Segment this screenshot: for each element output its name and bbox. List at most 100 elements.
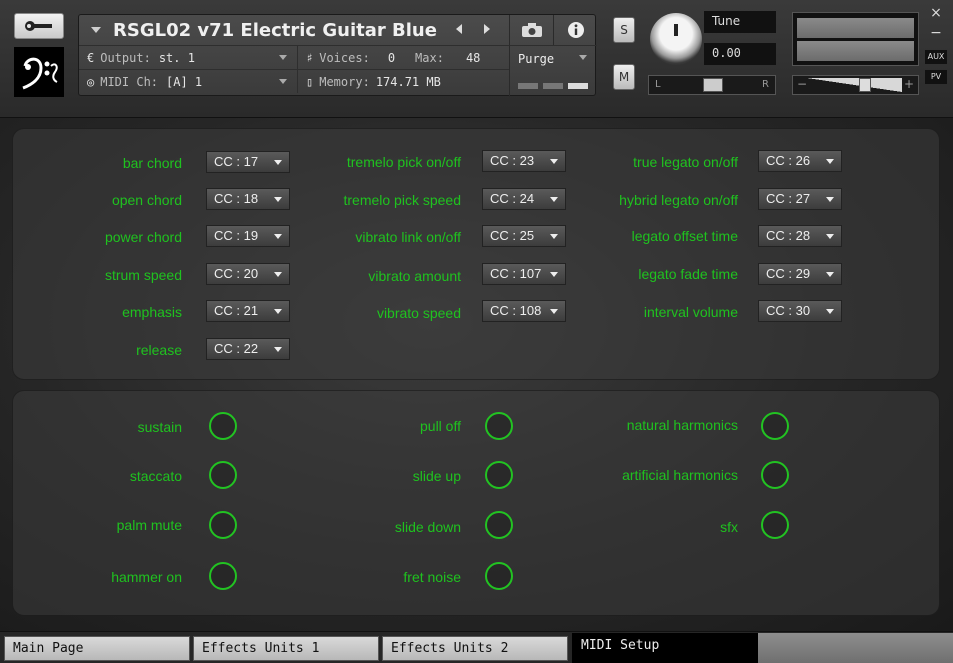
cc-dropdown-hybrid-legato[interactable]: CC : 27 bbox=[758, 188, 842, 210]
info-button[interactable] bbox=[553, 15, 597, 45]
articulation-button-sfx[interactable] bbox=[761, 511, 789, 539]
minimize-button[interactable]: − bbox=[926, 25, 946, 41]
cc-label: tremelo pick speed bbox=[343, 192, 461, 208]
articulation-button-natural-harmonics[interactable] bbox=[761, 412, 789, 440]
cc-dropdown-legato-fade-time[interactable]: CC : 29 bbox=[758, 263, 842, 285]
cc-label: interval volume bbox=[643, 304, 738, 320]
voices-label: Voices: bbox=[319, 50, 370, 65]
cc-label: open chord bbox=[111, 192, 182, 208]
articulation-button-palm-mute[interactable] bbox=[209, 511, 237, 539]
tab-effects-units-1[interactable]: Effects Units 1 bbox=[193, 636, 379, 661]
max-voices-value[interactable]: 48 bbox=[466, 51, 480, 65]
prev-instrument-button[interactable] bbox=[456, 24, 462, 34]
volume-slider-handle[interactable] bbox=[859, 78, 871, 92]
page-tab-bar: Main Page Effects Units 1 Effects Units … bbox=[0, 631, 953, 663]
purge-level-indicator bbox=[568, 83, 588, 89]
purge-menu[interactable]: Purge bbox=[509, 45, 597, 97]
chevron-down-icon bbox=[279, 55, 287, 60]
cc-dropdown-strum-speed[interactable]: CC : 20 bbox=[206, 263, 290, 285]
volume-slider[interactable]: − + bbox=[792, 75, 919, 95]
instrument-info-panel: RSGL02 v71 Electric Guitar Blue € Output… bbox=[78, 14, 597, 97]
cc-dropdown-legato-offset-time[interactable]: CC : 28 bbox=[758, 225, 842, 247]
cc-dropdown-vibrato-speed[interactable]: CC : 108 bbox=[482, 300, 566, 322]
midi-channel-selector[interactable]: ◎ MIDI Ch: [A] 1 bbox=[79, 69, 297, 93]
articulation-button-sustain[interactable] bbox=[209, 412, 237, 440]
solo-button[interactable]: S bbox=[613, 17, 635, 43]
cc-assignment-panel: bar chord CC : 17 open chord CC : 18 pow… bbox=[12, 128, 940, 380]
tab-main-page[interactable]: Main Page bbox=[4, 636, 190, 661]
articulation-button-slide-down[interactable] bbox=[485, 511, 513, 539]
cc-label: release bbox=[136, 342, 182, 358]
cc-dropdown-vibrato-amount[interactable]: CC : 107 bbox=[482, 263, 566, 285]
articulation-label: staccato bbox=[129, 468, 182, 484]
cc-dropdown-tremelo-pick-speed[interactable]: CC : 24 bbox=[482, 188, 566, 210]
memory-value: 174.71 MB bbox=[375, 74, 441, 89]
cc-dropdown-open-chord[interactable]: CC : 18 bbox=[206, 188, 290, 210]
articulation-label: natural harmonics bbox=[626, 417, 738, 433]
memory-display: ▯ Memory: 174.71 MB bbox=[297, 69, 509, 93]
tune-knob[interactable] bbox=[650, 13, 702, 65]
cc-dropdown-true-legato[interactable]: CC : 26 bbox=[758, 150, 842, 172]
cc-label: power chord bbox=[104, 229, 182, 245]
tune-label: Tune bbox=[704, 11, 776, 33]
instrument-header: RSGL02 v71 Electric Guitar Blue € Output… bbox=[0, 0, 953, 118]
aux-button[interactable]: AUX bbox=[925, 50, 947, 64]
close-button[interactable]: × bbox=[926, 5, 946, 21]
voices-display: ♯ Voices: 0 Max: 48 bbox=[297, 45, 509, 69]
chevron-down-icon bbox=[579, 55, 587, 60]
instrument-menu-arrow-icon[interactable] bbox=[91, 27, 101, 33]
tab-bar-spacer bbox=[758, 633, 953, 663]
articulation-label: pull off bbox=[420, 418, 461, 434]
cc-label: hybrid legato on/off bbox=[619, 192, 738, 208]
articulation-button-hammer-on[interactable] bbox=[209, 562, 237, 590]
volume-ramp bbox=[807, 78, 902, 92]
articulation-button-artificial-harmonics[interactable] bbox=[761, 461, 789, 489]
cc-dropdown-release[interactable]: CC : 22 bbox=[206, 338, 290, 360]
pan-left-label: L bbox=[655, 79, 661, 90]
cc-label: vibrato speed bbox=[376, 305, 461, 321]
knob-indicator bbox=[674, 24, 678, 36]
wrench-icon bbox=[25, 21, 52, 31]
cc-dropdown-bar-chord[interactable]: CC : 17 bbox=[206, 151, 290, 173]
articulation-button-staccato[interactable] bbox=[209, 461, 237, 489]
articulation-button-fret-noise[interactable] bbox=[485, 562, 513, 590]
articulation-label: hammer on bbox=[111, 569, 182, 585]
pan-slider-handle[interactable] bbox=[703, 78, 723, 92]
cc-dropdown-interval-volume[interactable]: CC : 30 bbox=[758, 300, 842, 322]
midi-label: MIDI Ch: bbox=[100, 74, 159, 89]
cc-dropdown-tremelo-pick-onoff[interactable]: CC : 23 bbox=[482, 150, 566, 172]
snapshot-button[interactable] bbox=[509, 15, 553, 45]
tab-midi-setup[interactable]: MIDI Setup bbox=[572, 633, 758, 663]
level-meter bbox=[792, 12, 919, 66]
cc-label: vibrato link on/off bbox=[355, 229, 461, 245]
tab-effects-units-2[interactable]: Effects Units 2 bbox=[382, 636, 568, 661]
cc-dropdown-vibrato-link[interactable]: CC : 25 bbox=[482, 225, 566, 247]
mute-button[interactable]: M bbox=[613, 64, 635, 90]
articulation-label: palm mute bbox=[116, 517, 182, 533]
purge-level-indicator bbox=[543, 83, 563, 89]
purge-label: Purge bbox=[518, 52, 555, 66]
output-selector[interactable]: € Output: st. 1 bbox=[79, 45, 297, 69]
pv-button[interactable]: PV bbox=[925, 70, 947, 84]
midi-value: [A] 1 bbox=[166, 74, 203, 89]
cc-label: emphasis bbox=[122, 304, 182, 320]
level-meter-left bbox=[797, 18, 914, 38]
next-instrument-button[interactable] bbox=[484, 24, 490, 34]
chevron-down-icon bbox=[279, 79, 287, 84]
cc-dropdown-power-chord[interactable]: CC : 19 bbox=[206, 225, 290, 247]
output-label: Output: bbox=[100, 50, 151, 65]
tune-value[interactable]: 0.00 bbox=[704, 43, 776, 65]
purge-level-indicator bbox=[518, 83, 538, 89]
wrench-button[interactable] bbox=[14, 13, 64, 39]
articulation-button-pull-off[interactable] bbox=[485, 412, 513, 440]
articulation-label: sustain bbox=[137, 419, 182, 435]
camera-icon bbox=[521, 23, 542, 37]
instrument-title[interactable]: RSGL02 v71 Electric Guitar Blue bbox=[113, 20, 437, 41]
cc-label: legato fade time bbox=[638, 266, 738, 282]
articulation-button-slide-up[interactable] bbox=[485, 461, 513, 489]
cc-dropdown-emphasis[interactable]: CC : 21 bbox=[206, 300, 290, 322]
pan-slider[interactable]: L R bbox=[648, 75, 776, 95]
max-label: Max: bbox=[415, 50, 444, 65]
voices-icon: ♯ bbox=[306, 50, 314, 65]
cc-label: bar chord bbox=[122, 155, 182, 171]
